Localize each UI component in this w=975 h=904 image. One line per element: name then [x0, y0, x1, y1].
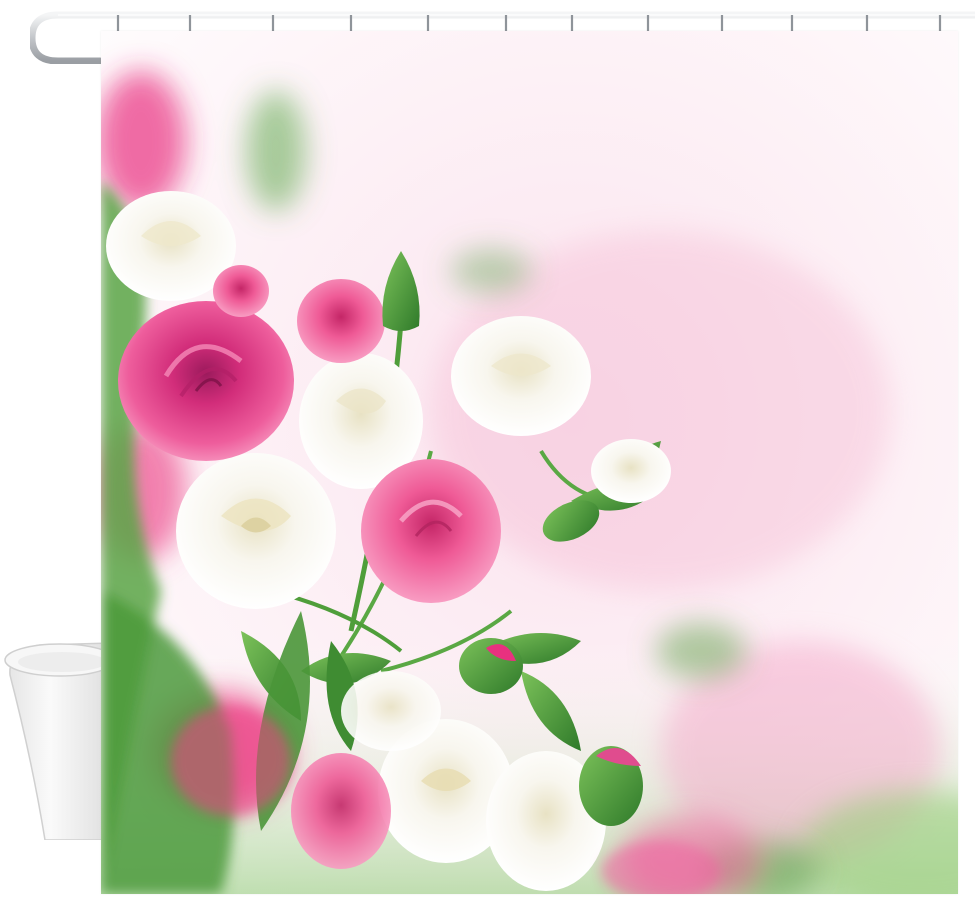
rose-icon [291, 753, 391, 869]
rose-icon [176, 453, 336, 609]
bathtub-icon [4, 642, 112, 840]
rose-icon [591, 439, 671, 503]
rose-icon [451, 316, 591, 436]
rose-artwork [101, 31, 958, 894]
rosebud-icon [579, 746, 643, 826]
rose-icon [118, 301, 294, 461]
rose-icon [361, 459, 501, 603]
rosebud-icon [459, 638, 523, 694]
rose-icon [341, 671, 441, 751]
rose-icon [213, 265, 269, 317]
shower-curtain [101, 31, 958, 894]
product-photo [0, 0, 975, 904]
rose-icon [297, 279, 385, 363]
